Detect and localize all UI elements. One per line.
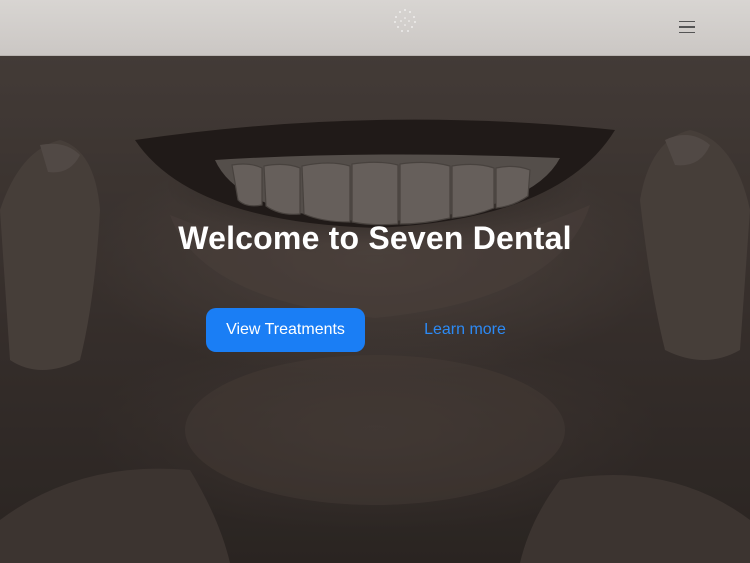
menu-line (679, 31, 695, 34)
dotted-circle-logo-icon[interactable] (390, 6, 420, 36)
hero-title: Welcome to Seven Dental (178, 220, 572, 256)
menu-line (679, 20, 695, 23)
page: Welcome to Seven Dental View Treatments … (0, 0, 750, 563)
top-navigation-bar (0, 0, 750, 56)
smile-photo-illustration (0, 0, 750, 563)
hamburger-menu-icon[interactable] (673, 14, 701, 40)
hero-background-image (0, 0, 750, 563)
view-treatments-button[interactable]: View Treatments (206, 308, 365, 352)
learn-more-link[interactable]: Learn more (410, 308, 520, 352)
menu-line (679, 26, 695, 28)
